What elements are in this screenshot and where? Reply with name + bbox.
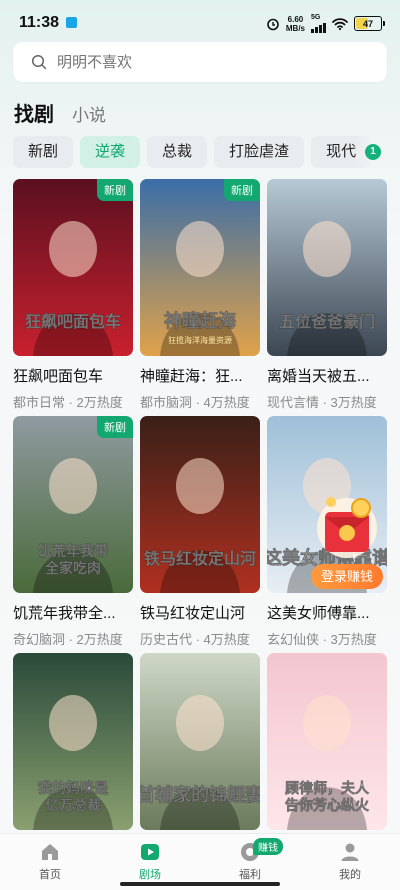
- drama-poster[interactable]: 铁马红妆定山河: [140, 416, 260, 593]
- drama-title[interactable]: 神瞳赶海：狂...: [140, 365, 260, 386]
- drama-card[interactable]: 神瞳赶海 狂揽海洋海量资源 新剧 神瞳赶海：狂... 都市脑洞 · 4万热度: [140, 179, 260, 411]
- drama-poster[interactable]: 神瞳赶海 狂揽海洋海量资源 新剧: [140, 179, 260, 356]
- drama-meta: 都市脑洞 · 4万热度: [140, 395, 250, 410]
- search-bar[interactable]: [13, 42, 387, 82]
- drama-meta: 奇幻脑洞 · 2万热度: [13, 632, 123, 647]
- main-tabs: 找剧 小说: [14, 98, 106, 127]
- new-drama-tag: 新剧: [97, 179, 133, 201]
- poster-title-art: 首辅家的锦鲤妻: [140, 784, 260, 805]
- drama-poster[interactable]: 饥荒年我带全家吃肉 新剧: [13, 416, 133, 593]
- nav-home[interactable]: 首页: [0, 834, 100, 890]
- drama-card[interactable]: 饥荒年我带全家吃肉 新剧饥荒年我带全... 奇幻脑洞 · 2万热度: [13, 416, 133, 648]
- drama-poster[interactable]: 顾律师，夫人告你芳心纵火: [267, 653, 387, 830]
- category-more-badge[interactable]: 1: [365, 144, 381, 160]
- login-reward-float[interactable]: 登录赚钱: [311, 484, 383, 589]
- poster-image: 顾律师，夫人告你芳心纵火: [267, 653, 387, 830]
- home-icon: [42, 844, 58, 860]
- drama-card[interactable]: 铁马红妆定山河 铁马红妆定山河历史古代 · 4万热度: [140, 416, 260, 648]
- poster-subtitle-art: 狂揽海洋海量资源: [168, 335, 232, 345]
- drama-poster[interactable]: 狂飙吧面包车 新剧: [13, 179, 133, 356]
- drama-title[interactable]: 饥荒年我带全...: [13, 602, 133, 623]
- wifi-icon: [332, 17, 348, 30]
- chip-face-slap[interactable]: 打脸虐渣: [214, 136, 305, 168]
- poster-image: 铁马红妆定山河: [140, 416, 260, 593]
- home-indicator: [120, 882, 280, 886]
- drama-card[interactable]: 狂飙吧面包车 新剧狂飙吧面包车都市日常 · 2万热度: [13, 179, 133, 411]
- search-icon: [31, 54, 47, 70]
- tab-find-drama[interactable]: 找剧: [14, 98, 54, 127]
- poster-title-art: 铁马红妆定山河: [144, 549, 256, 568]
- login-earn-button[interactable]: 登录赚钱: [311, 564, 383, 589]
- drama-title[interactable]: 铁马红妆定山河: [140, 602, 260, 623]
- drama-poster[interactable]: 我的妈咪是亿万总裁: [13, 653, 133, 830]
- chip-new[interactable]: 新剧: [13, 136, 74, 168]
- drama-meta: 都市日常 · 2万热度: [13, 395, 123, 410]
- poster-title-art: 五位爸爸豪门: [279, 312, 375, 331]
- chip-ceo[interactable]: 总裁: [147, 136, 208, 168]
- poster-image: 首辅家的锦鲤妻: [140, 653, 260, 830]
- status-bar: 11:38 6.60 MB/s 5G 47: [0, 0, 400, 44]
- poster-image: 神瞳赶海狂揽海洋海量资源: [140, 179, 260, 356]
- signal-icon: [311, 21, 326, 33]
- red-envelope-icon: [317, 497, 377, 558]
- drama-card[interactable]: 顾律师，夫人告你芳心纵火: [267, 653, 387, 830]
- poster-image: 狂飙吧面包车: [13, 179, 133, 356]
- drama-meta: 历史古代 · 4万热度: [140, 632, 250, 647]
- person-icon: [341, 843, 359, 861]
- poster-title-art: 狂飙吧面包车: [25, 312, 121, 331]
- drama-poster[interactable]: 首辅家的锦鲤妻: [140, 653, 260, 830]
- search-input[interactable]: [55, 52, 359, 72]
- alarm-icon: [267, 18, 279, 30]
- battery-icon: 47: [354, 16, 385, 31]
- poster-image: 饥荒年我带全家吃肉: [13, 416, 133, 593]
- drama-title[interactable]: 狂飙吧面包车: [13, 365, 133, 386]
- drama-card[interactable]: 五位爸爸豪门 离婚当天被五... 现代言情 · 3万热度: [267, 179, 387, 411]
- drama-card[interactable]: 我的妈咪是亿万总裁: [13, 653, 133, 830]
- drama-card[interactable]: 首辅家的锦鲤妻: [140, 653, 260, 830]
- drama-meta: 现代言情 · 3万热度: [267, 395, 377, 410]
- nav-profile[interactable]: 我的: [300, 834, 400, 890]
- chip-comeback[interactable]: 逆袭: [80, 136, 141, 168]
- app-notification-icon: [66, 17, 77, 28]
- poster-image: 五位爸爸豪门: [267, 179, 387, 356]
- poster-title-art: 神瞳赶海: [164, 310, 236, 331]
- tab-novel[interactable]: 小说: [72, 101, 106, 126]
- drama-poster[interactable]: 五位爸爸豪门: [267, 179, 387, 356]
- play-icon: [141, 844, 159, 860]
- status-time: 11:38: [19, 14, 60, 31]
- drama-meta: 玄幻仙侠 · 3万热度: [267, 632, 377, 647]
- network-type: 5G: [311, 14, 321, 21]
- category-chips: 新剧 逆袭 总裁 打脸虐渣 现代: [13, 136, 400, 168]
- net-speed: 6.60 MB/s: [285, 14, 305, 33]
- drama-title[interactable]: 离婚当天被五...: [267, 365, 387, 386]
- bottom-nav: 首页 剧场 福利 赚钱 我的: [0, 833, 400, 890]
- drama-title[interactable]: 这美女师傅靠...: [267, 602, 387, 623]
- new-drama-tag: 新剧: [224, 179, 260, 201]
- new-drama-tag: 新剧: [97, 416, 133, 438]
- poster-image: 我的妈咪是亿万总裁: [13, 653, 133, 830]
- welfare-badge: 赚钱: [253, 838, 283, 855]
